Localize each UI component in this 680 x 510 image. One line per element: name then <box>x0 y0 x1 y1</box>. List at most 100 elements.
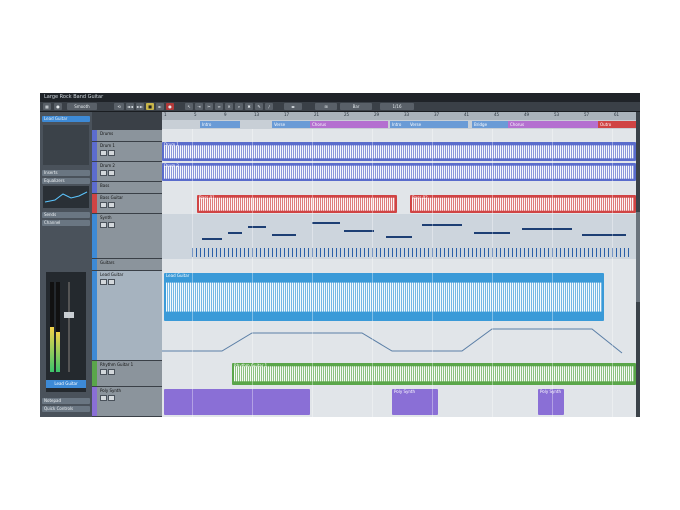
stop-button[interactable]: ■ <box>146 103 154 110</box>
track-header-rhythm-guitar[interactable]: Rhythm Guitar 1 <box>92 361 162 387</box>
preset-select[interactable]: Smooth <box>67 103 97 110</box>
solo-button[interactable] <box>108 395 115 401</box>
marker[interactable]: Intro <box>200 121 240 128</box>
waveform <box>234 366 634 382</box>
grid-line <box>312 129 313 417</box>
cycle-button[interactable]: ⟲ <box>114 103 124 110</box>
automation-curve[interactable] <box>162 323 636 359</box>
mute-button[interactable] <box>100 369 107 375</box>
inspector-inserts[interactable]: Inserts <box>42 170 90 176</box>
inspector-track-name[interactable]: Lead Guitar <box>42 116 90 122</box>
solo-button[interactable] <box>108 202 115 208</box>
mute-button[interactable] <box>100 150 107 156</box>
grid-button[interactable]: ▦ <box>43 103 51 110</box>
track-header-bass-guitar[interactable]: Bass Guitar <box>92 194 162 214</box>
split-tool-icon[interactable]: ✂ <box>205 103 213 110</box>
timeline-ruler[interactable]: 1 5 9 13 17 21 25 29 33 37 41 45 49 53 5… <box>162 112 636 120</box>
marker[interactable]: Outro <box>598 121 636 128</box>
ruler-bar-label: 9 <box>224 112 227 117</box>
marker[interactable]: Bridge <box>472 121 508 128</box>
midi-note[interactable] <box>582 234 626 236</box>
rewind-button[interactable]: ◄◄ <box>126 103 134 110</box>
audio-event-bass-2[interactable]: Bass 02 <box>410 195 636 213</box>
audio-event-bass-1[interactable]: Bass 01 <box>197 195 397 213</box>
inspector-channel[interactable]: Channel <box>42 220 90 226</box>
marker[interactable]: Intro <box>390 121 408 128</box>
solo-button[interactable] <box>108 369 115 375</box>
fader-track <box>68 282 70 372</box>
midi-event-poly-synth[interactable] <box>164 389 310 415</box>
audio-event-rhythm-guitar[interactable]: Rhythm Guitar 1 <box>232 363 636 385</box>
midi-note[interactable] <box>202 238 222 240</box>
track-header-drum2[interactable]: Drum 2 <box>92 162 162 182</box>
erase-tool-icon[interactable]: ✕ <box>225 103 233 110</box>
solo-button[interactable] <box>108 222 115 228</box>
audio-event-lead-guitar[interactable]: Lead Guitar <box>164 273 604 321</box>
forward-button[interactable]: ►► <box>136 103 144 110</box>
track-settings-panel <box>43 125 89 165</box>
midi-note[interactable] <box>386 236 412 238</box>
grid-type-select[interactable]: Bar <box>340 103 372 110</box>
draw-tool-icon[interactable]: ✎ <box>255 103 263 110</box>
track-header-bass[interactable]: Bass <box>92 182 162 194</box>
inspector-quick-controls[interactable]: Quick Controls <box>42 406 90 412</box>
midi-note[interactable] <box>248 226 266 228</box>
grid-line <box>252 129 253 417</box>
play-button[interactable]: ► <box>156 103 164 110</box>
midi-note[interactable] <box>312 222 340 224</box>
glue-tool-icon[interactable]: ∞ <box>215 103 223 110</box>
record-button[interactable]: ● <box>166 103 174 110</box>
zoom-tool-icon[interactable]: ⌕ <box>235 103 243 110</box>
arrangement-view[interactable]: 1 5 9 13 17 21 25 29 33 37 41 45 49 53 5… <box>162 112 636 417</box>
audio-event-drum1[interactable]: Drum 1 <box>162 142 636 161</box>
quantize-select[interactable]: 1/16 <box>380 103 414 110</box>
audio-event-drum2[interactable]: Drum 2 <box>162 163 636 181</box>
inspector-notepad[interactable]: Notepad <box>42 398 90 404</box>
vertical-scrollbar[interactable] <box>636 112 640 417</box>
mute-button[interactable] <box>100 279 107 285</box>
marker[interactable]: Chorus <box>310 121 388 128</box>
marker[interactable]: Verse <box>272 121 312 128</box>
select-tool-icon[interactable]: ↖ <box>185 103 193 110</box>
snap-button[interactable]: ⊞ <box>315 103 337 110</box>
volume-fader[interactable] <box>64 312 74 318</box>
midi-note[interactable] <box>344 230 374 232</box>
ruler-bar-label: 41 <box>464 112 470 117</box>
solo-button[interactable] <box>108 150 115 156</box>
inspector-sends[interactable]: Sends <box>42 212 90 218</box>
line-tool-icon[interactable]: ∕ <box>265 103 273 110</box>
mute-button[interactable] <box>100 170 107 176</box>
track-header-drums[interactable]: Drums <box>92 130 162 142</box>
mute-tool-icon[interactable]: ✖ <box>245 103 253 110</box>
scroll-thumb[interactable] <box>636 212 640 302</box>
waveform <box>412 197 634 211</box>
track-header-synth[interactable]: Synth <box>92 214 162 259</box>
meter-level-left <box>50 327 54 372</box>
midi-note[interactable] <box>422 224 462 226</box>
inspector-equalizers[interactable]: Equalizers <box>42 178 90 184</box>
track-header-poly-synth[interactable]: Poly Synth <box>92 387 162 417</box>
record-mode-button[interactable]: ● <box>54 103 62 110</box>
track-header-drum1[interactable]: Drum 1 <box>92 142 162 162</box>
marker[interactable]: Chorus <box>508 121 598 128</box>
mute-button[interactable] <box>100 202 107 208</box>
track-header-guitars[interactable]: Guitars <box>92 259 162 271</box>
lane-drum2: Drum 2 <box>162 162 636 183</box>
midi-note[interactable] <box>272 234 296 236</box>
range-tool-icon[interactable]: ⇥ <box>195 103 203 110</box>
marker[interactable]: Verse <box>408 121 468 128</box>
midi-note[interactable] <box>522 228 572 230</box>
nudge-button[interactable]: ◂▸ <box>284 103 302 110</box>
mute-button[interactable] <box>100 222 107 228</box>
track-name: Drums <box>100 131 114 136</box>
solo-button[interactable] <box>108 279 115 285</box>
ruler-bar-label: 21 <box>314 112 320 117</box>
midi-note[interactable] <box>228 232 242 234</box>
mute-button[interactable] <box>100 395 107 401</box>
track-name: Drum 2 <box>100 163 115 168</box>
lane-synth <box>162 214 636 260</box>
track-header-lead-guitar[interactable]: Lead Guitar <box>92 271 162 361</box>
track-name: Rhythm Guitar 1 <box>100 362 134 367</box>
solo-button[interactable] <box>108 170 115 176</box>
midi-event-poly-synth[interactable]: Poly Synth <box>538 389 564 415</box>
